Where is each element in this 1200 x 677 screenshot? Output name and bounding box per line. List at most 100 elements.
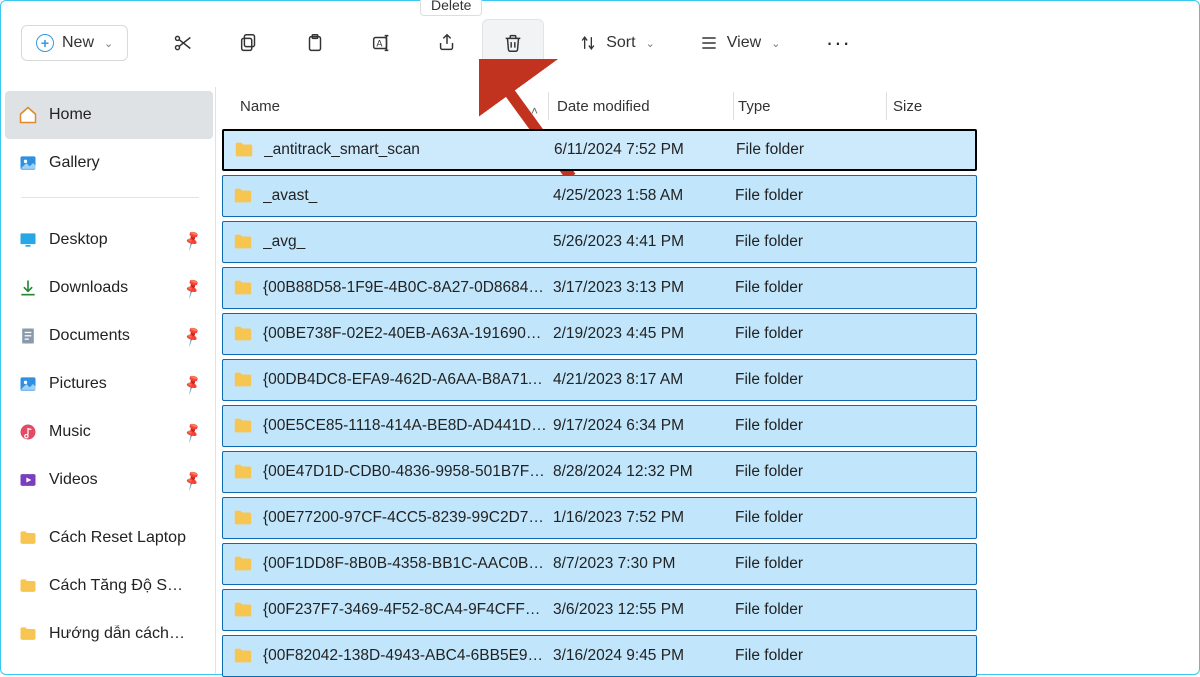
file-type: File folder bbox=[736, 141, 886, 159]
file-date: 3/17/2023 3:13 PM bbox=[553, 279, 735, 297]
rename-button[interactable]: A bbox=[350, 19, 412, 67]
pin-icon: 📌 bbox=[180, 372, 204, 395]
chevron-down-icon: ⌄ bbox=[771, 37, 780, 50]
nav-videos-label: Videos bbox=[49, 471, 98, 489]
file-name: {00BE738F-02E2-40EB-A63A-191690E61... bbox=[263, 325, 553, 343]
file-date: 8/7/2023 7:30 PM bbox=[553, 555, 735, 573]
folder-icon bbox=[223, 369, 263, 391]
view-button[interactable]: View ⌄ bbox=[689, 25, 791, 61]
table-row[interactable]: {00BE738F-02E2-40EB-A63A-191690E61...2/1… bbox=[222, 313, 977, 355]
nav-documents[interactable]: Documents 📌 bbox=[5, 312, 213, 360]
file-type: File folder bbox=[735, 555, 885, 573]
folder-icon bbox=[223, 185, 263, 207]
folder-icon bbox=[223, 507, 263, 529]
table-row[interactable]: _avast_4/25/2023 1:58 AMFile folder bbox=[222, 175, 977, 217]
new-button[interactable]: + New ⌄ bbox=[21, 25, 128, 61]
downloads-icon bbox=[17, 278, 39, 298]
share-icon bbox=[436, 32, 458, 54]
table-row[interactable]: {00F82042-138D-4943-ABC4-6BB5E9B8F...3/1… bbox=[222, 635, 977, 677]
column-size[interactable]: Size bbox=[887, 98, 922, 115]
pictures-icon bbox=[17, 374, 39, 394]
rename-icon: A bbox=[370, 32, 392, 54]
table-row[interactable]: {00E77200-97CF-4CC5-8239-99C2D7942...1/1… bbox=[222, 497, 977, 539]
folder-icon bbox=[223, 415, 263, 437]
file-name: _avg_ bbox=[263, 233, 553, 251]
file-date: 8/28/2024 12:32 PM bbox=[553, 463, 735, 481]
table-row[interactable]: _antitrack_smart_scan6/11/2024 7:52 PMFi… bbox=[222, 129, 977, 171]
file-date: 4/21/2023 8:17 AM bbox=[553, 371, 735, 389]
nav-desktop[interactable]: Desktop 📌 bbox=[5, 216, 213, 264]
column-type[interactable]: Type bbox=[734, 98, 886, 115]
nav-home[interactable]: Home bbox=[5, 91, 213, 139]
pin-icon: 📌 bbox=[180, 468, 204, 491]
share-button[interactable] bbox=[416, 19, 478, 67]
nav-videos[interactable]: Videos 📌 bbox=[5, 456, 213, 504]
table-row[interactable]: {00DB4DC8-EFA9-462D-A6AA-B8A7114F...4/21… bbox=[222, 359, 977, 401]
chevron-down-icon: ⌄ bbox=[646, 37, 655, 50]
paste-button[interactable] bbox=[284, 19, 346, 67]
folder-icon bbox=[223, 277, 263, 299]
nav-gallery[interactable]: Gallery bbox=[5, 139, 213, 187]
nav-music[interactable]: Music 📌 bbox=[5, 408, 213, 456]
folder-icon bbox=[223, 553, 263, 575]
clipboard-icon bbox=[304, 32, 326, 54]
nav-folder-2[interactable]: Cách Tăng Độ Sáng bbox=[5, 562, 213, 610]
nav-downloads[interactable]: Downloads 📌 bbox=[5, 264, 213, 312]
table-row[interactable]: {00B88D58-1F9E-4B0C-8A27-0D86849F4...3/1… bbox=[222, 267, 977, 309]
nav-pictures-label: Pictures bbox=[49, 375, 107, 393]
file-name: {00E47D1D-CDB0-4836-9958-501B7FE43... bbox=[263, 463, 553, 481]
file-type: File folder bbox=[735, 233, 885, 251]
file-type: File folder bbox=[735, 325, 885, 343]
file-name: {00E77200-97CF-4CC5-8239-99C2D7942... bbox=[263, 509, 553, 527]
file-rows: _antitrack_smart_scan6/11/2024 7:52 PMFi… bbox=[216, 125, 1199, 677]
folder-icon bbox=[17, 528, 39, 548]
table-row[interactable]: {00E47D1D-CDB0-4836-9958-501B7FE43...8/2… bbox=[222, 451, 977, 493]
file-date: 1/16/2023 7:52 PM bbox=[553, 509, 735, 527]
new-button-label: New bbox=[62, 34, 94, 52]
table-row[interactable]: {00E5CE85-1118-414A-BE8D-AD441DBF...9/17… bbox=[222, 405, 977, 447]
chevron-down-icon: ⌄ bbox=[104, 37, 113, 50]
sort-label: Sort bbox=[606, 34, 635, 52]
nav-folder-3[interactable]: Hướng dẫn cách đổ bbox=[5, 610, 213, 658]
copy-icon bbox=[238, 32, 260, 54]
file-date: 3/6/2023 12:55 PM bbox=[553, 601, 735, 619]
sort-ascending-icon: ˄ bbox=[531, 104, 538, 118]
scissors-icon bbox=[172, 32, 194, 54]
column-name[interactable]: Name ˄ bbox=[216, 98, 548, 115]
folder-icon bbox=[17, 624, 39, 644]
table-row[interactable]: {00F237F7-3469-4F52-8CA4-9F4CFF0CB3...3/… bbox=[222, 589, 977, 631]
file-type: File folder bbox=[735, 417, 885, 435]
file-name: {00B88D58-1F9E-4B0C-8A27-0D86849F4... bbox=[263, 279, 553, 297]
pin-icon: 📌 bbox=[180, 228, 204, 251]
file-type: File folder bbox=[735, 187, 885, 205]
folder-icon bbox=[17, 576, 39, 596]
nav-folder-2-label: Cách Tăng Độ Sáng bbox=[49, 577, 189, 595]
file-name: {00F237F7-3469-4F52-8CA4-9F4CFF0CB3... bbox=[263, 601, 553, 619]
file-date: 6/11/2024 7:52 PM bbox=[554, 141, 736, 159]
trash-icon bbox=[502, 32, 524, 54]
file-date: 4/25/2023 1:58 AM bbox=[553, 187, 735, 205]
nav-music-label: Music bbox=[49, 423, 91, 441]
nav-gallery-label: Gallery bbox=[49, 154, 100, 172]
pin-icon: 📌 bbox=[180, 420, 204, 443]
folder-icon bbox=[224, 139, 264, 161]
cut-button[interactable] bbox=[152, 19, 214, 67]
table-row[interactable]: _avg_5/26/2023 4:41 PMFile folder bbox=[222, 221, 977, 263]
nav-pictures[interactable]: Pictures 📌 bbox=[5, 360, 213, 408]
file-date: 3/16/2024 9:45 PM bbox=[553, 647, 735, 665]
file-type: File folder bbox=[735, 279, 885, 297]
table-row[interactable]: {00F1DD8F-8B0B-4358-BB1C-AAC0B3BA...8/7/… bbox=[222, 543, 977, 585]
view-icon bbox=[699, 33, 719, 53]
svg-text:A: A bbox=[377, 39, 384, 49]
nav-folder-3-label: Hướng dẫn cách đổ bbox=[49, 625, 189, 643]
nav-folder-1[interactable]: Cách Reset Laptop bbox=[5, 514, 213, 562]
nav-desktop-label: Desktop bbox=[49, 231, 108, 249]
sort-button[interactable]: Sort ⌄ bbox=[568, 25, 665, 61]
folder-icon bbox=[223, 461, 263, 483]
pin-icon: 📌 bbox=[180, 324, 204, 347]
more-button[interactable]: ··· bbox=[814, 30, 862, 56]
column-date[interactable]: Date modified bbox=[549, 98, 733, 115]
plus-circle-icon: + bbox=[36, 34, 54, 52]
delete-button[interactable] bbox=[482, 19, 544, 67]
copy-button[interactable] bbox=[218, 19, 280, 67]
